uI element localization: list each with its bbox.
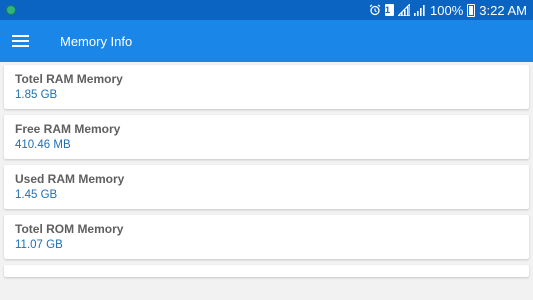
- card-label: Used RAM Memory: [15, 172, 125, 186]
- card-label: Totel RAM Memory: [15, 72, 123, 86]
- status-left: [6, 5, 16, 15]
- battery-icon: [467, 3, 476, 17]
- card-value: 1.85 GB: [15, 89, 58, 101]
- memory-card-partial[interactable]: [4, 265, 529, 277]
- signal-icon: [398, 4, 411, 16]
- hamburger-menu-icon[interactable]: [0, 20, 40, 62]
- memory-card-total-rom[interactable]: Totel ROM Memory 11.07 GB: [4, 215, 529, 259]
- app-notification-icon: [6, 5, 16, 15]
- card-value: 410.46 MB: [15, 139, 71, 151]
- alarm-icon: [369, 4, 381, 16]
- card-label: Totel ROM Memory: [15, 222, 124, 236]
- status-bar: 1 100% 3:22 AM: [0, 0, 533, 20]
- memory-list[interactable]: Totel RAM Memory 1.85 GB Free RAM Memory…: [0, 62, 533, 300]
- memory-card-free-ram[interactable]: Free RAM Memory 410.46 MB: [4, 115, 529, 159]
- page-title: Memory Info: [60, 33, 133, 49]
- card-label: Free RAM Memory: [15, 122, 121, 136]
- battery-percent: 100%: [430, 2, 464, 18]
- memory-card-total-ram[interactable]: Totel RAM Memory 1.85 GB: [4, 65, 529, 109]
- card-value: 11.07 GB: [15, 239, 63, 251]
- signal-icon: [414, 4, 426, 16]
- sim-icon: 1: [385, 4, 395, 16]
- status-time: 3:22 AM: [479, 2, 527, 18]
- memory-card-used-ram[interactable]: Used RAM Memory 1.45 GB: [4, 165, 529, 209]
- app-bar: Memory Info: [0, 20, 533, 62]
- card-value: 1.45 GB: [15, 189, 58, 201]
- status-right: 1 100% 3:22 AM: [369, 3, 527, 18]
